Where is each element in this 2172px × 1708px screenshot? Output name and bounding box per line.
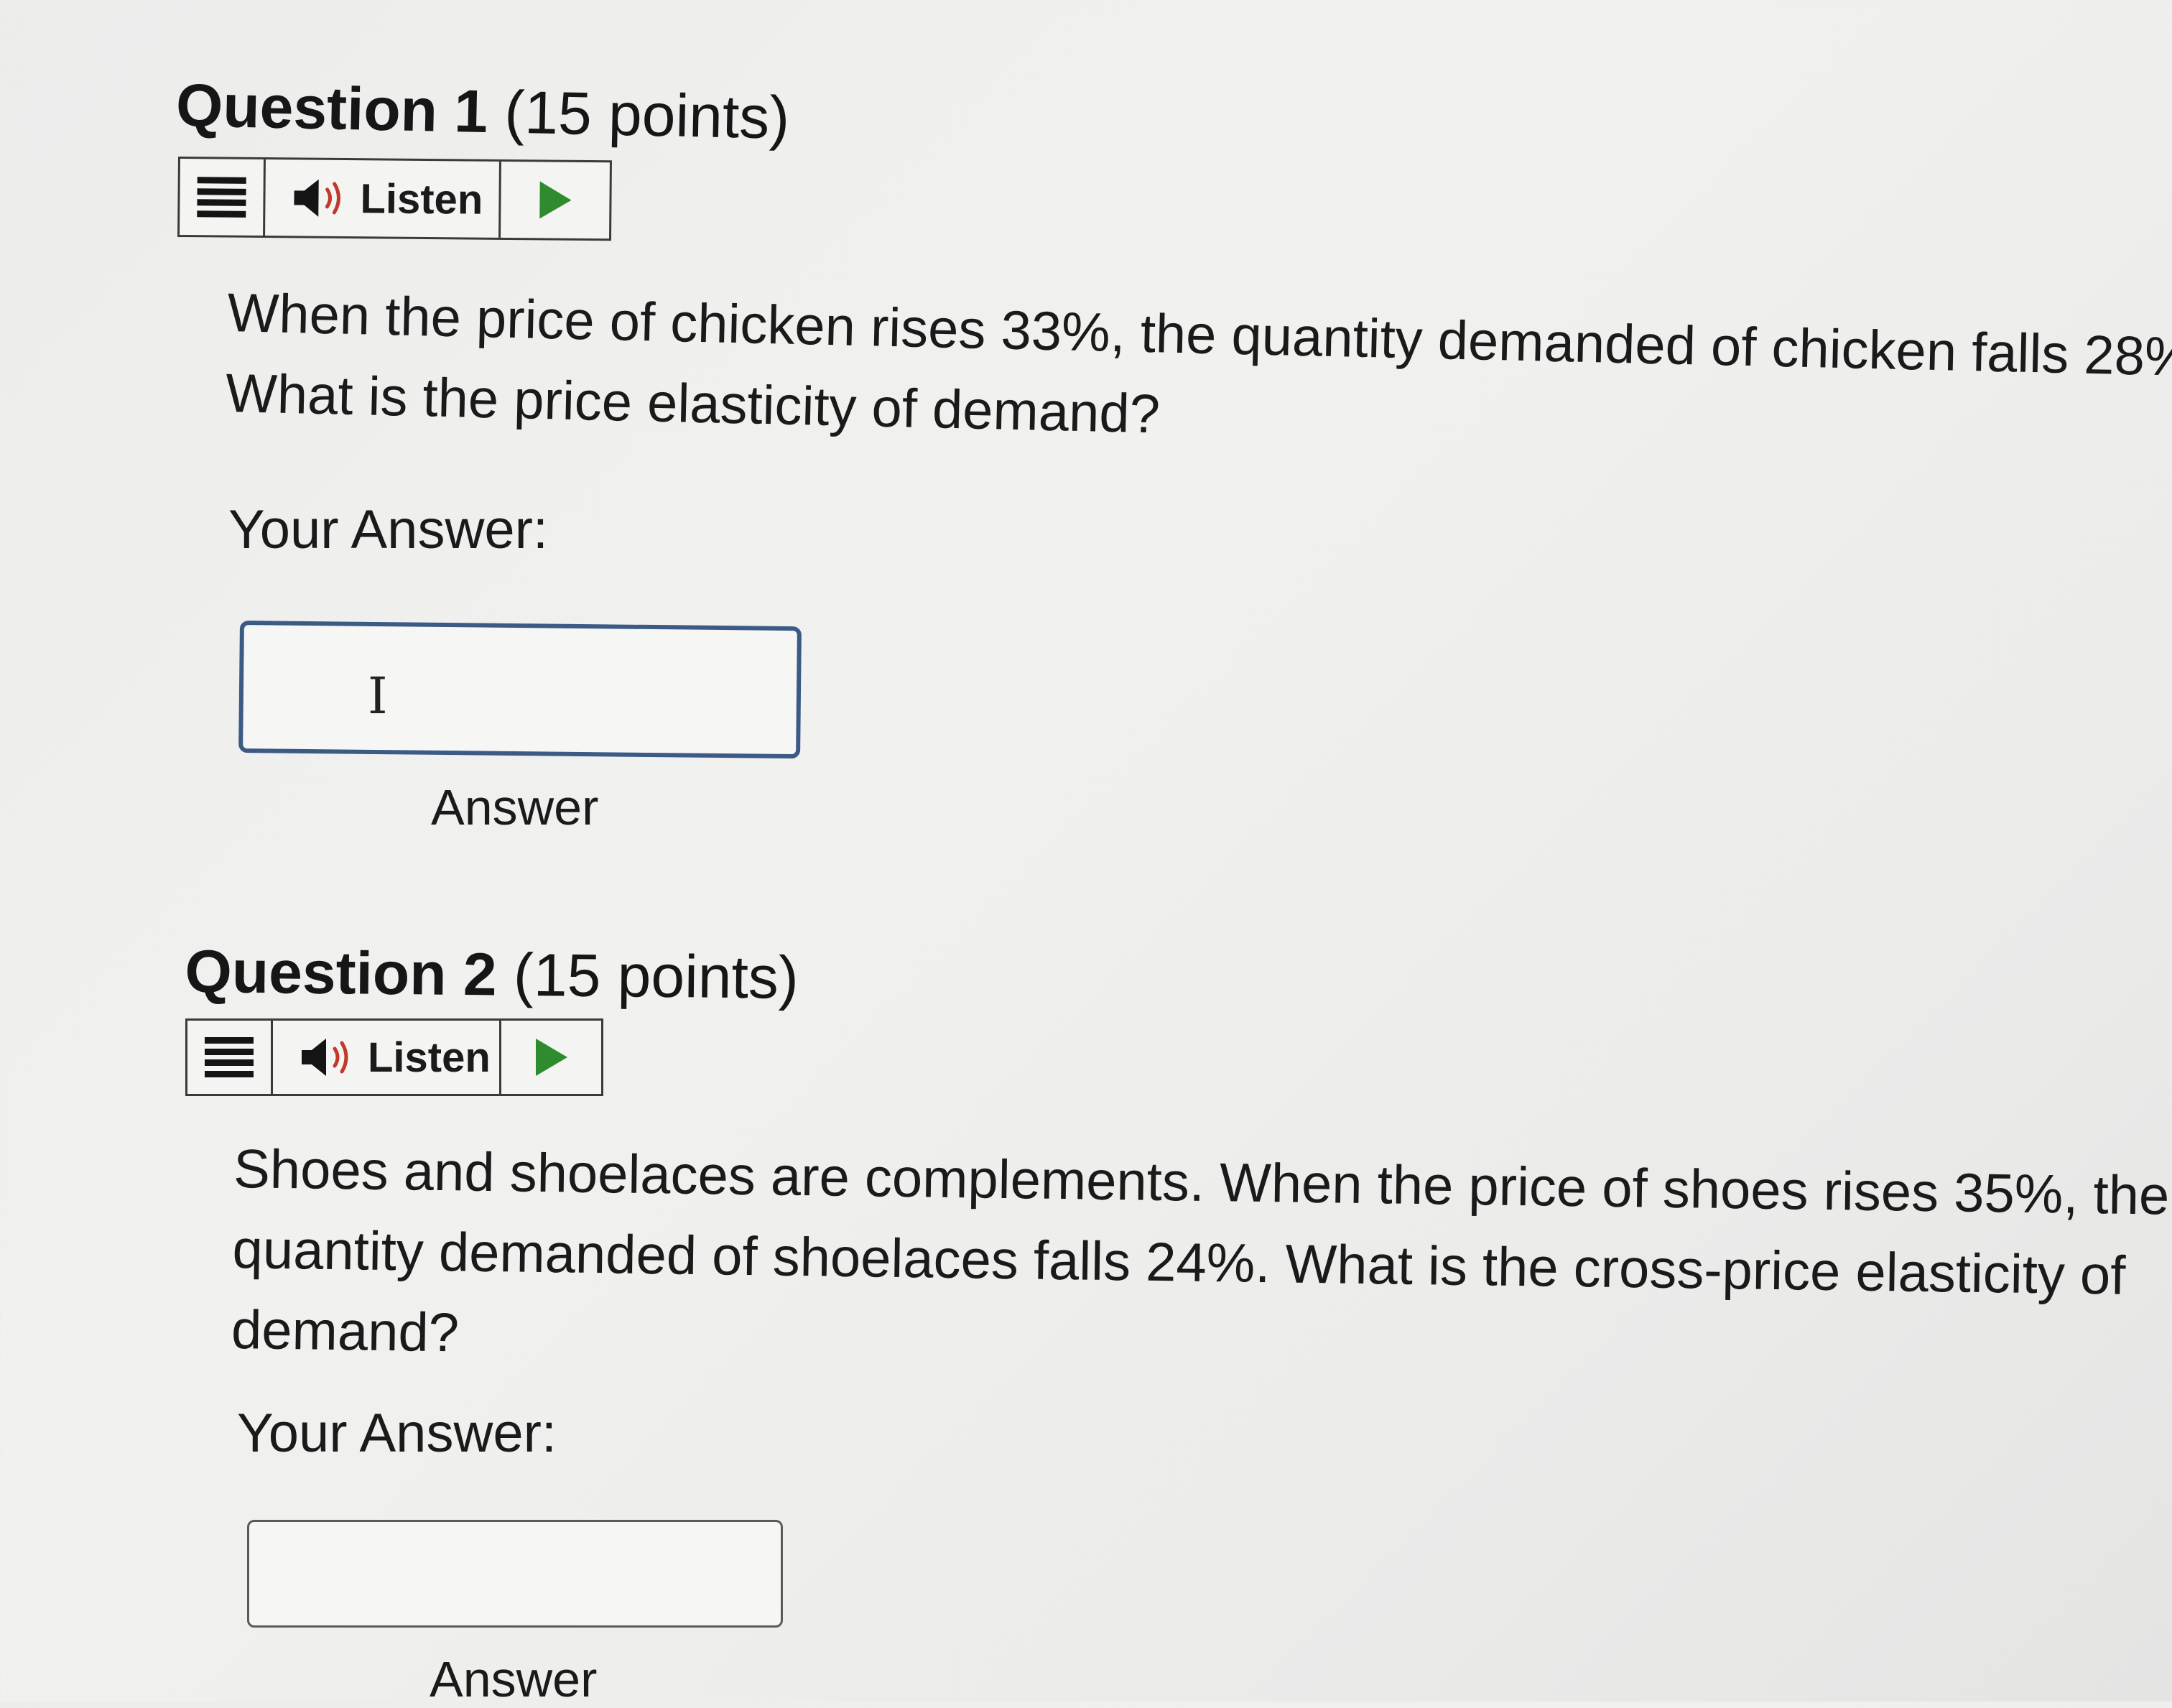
speaker-icon [302, 1039, 348, 1076]
question-2-title: Question 2 (15 points) [185, 937, 799, 1011]
play-icon [535, 1039, 567, 1076]
speaker-icon [294, 179, 340, 217]
question-2-text: Shoes and shoelaces are complements. Whe… [231, 1129, 2170, 1396]
play-button[interactable] [501, 1021, 601, 1094]
question-2-your-answer-label: Your Answer: [237, 1403, 557, 1464]
question-2-listen-toolbar: Listen [185, 1018, 603, 1096]
question-2-answer-input[interactable] [247, 1520, 783, 1628]
question-1-number: Question 1 [175, 71, 489, 146]
listen-button[interactable]: Listen [273, 1021, 501, 1094]
listen-label: Listen [360, 175, 483, 223]
question-1-answer-label: Answer [431, 779, 599, 835]
listen-button[interactable]: Listen [265, 159, 501, 238]
play-button[interactable] [501, 162, 610, 238]
question-1-listen-toolbar: Listen [177, 157, 612, 241]
question-1-title: Question 1 (15 points) [175, 71, 790, 152]
hamburger-menu-icon[interactable] [187, 1021, 273, 1094]
question-1-answer-input[interactable] [238, 621, 802, 759]
question-1-text: When the price of chicken rises 33%, the… [225, 273, 2172, 478]
question-1-points: (15 points) [503, 78, 791, 152]
play-icon [539, 181, 572, 219]
text-cursor-icon: I [368, 667, 388, 725]
question-2-number: Question 2 [185, 937, 498, 1008]
question-2-answer-label: Answer [430, 1651, 598, 1707]
hamburger-menu-icon[interactable] [180, 159, 266, 236]
question-2-points: (15 points) [513, 940, 799, 1011]
question-1-your-answer-label: Your Answer: [228, 499, 549, 560]
listen-label: Listen [368, 1034, 491, 1081]
